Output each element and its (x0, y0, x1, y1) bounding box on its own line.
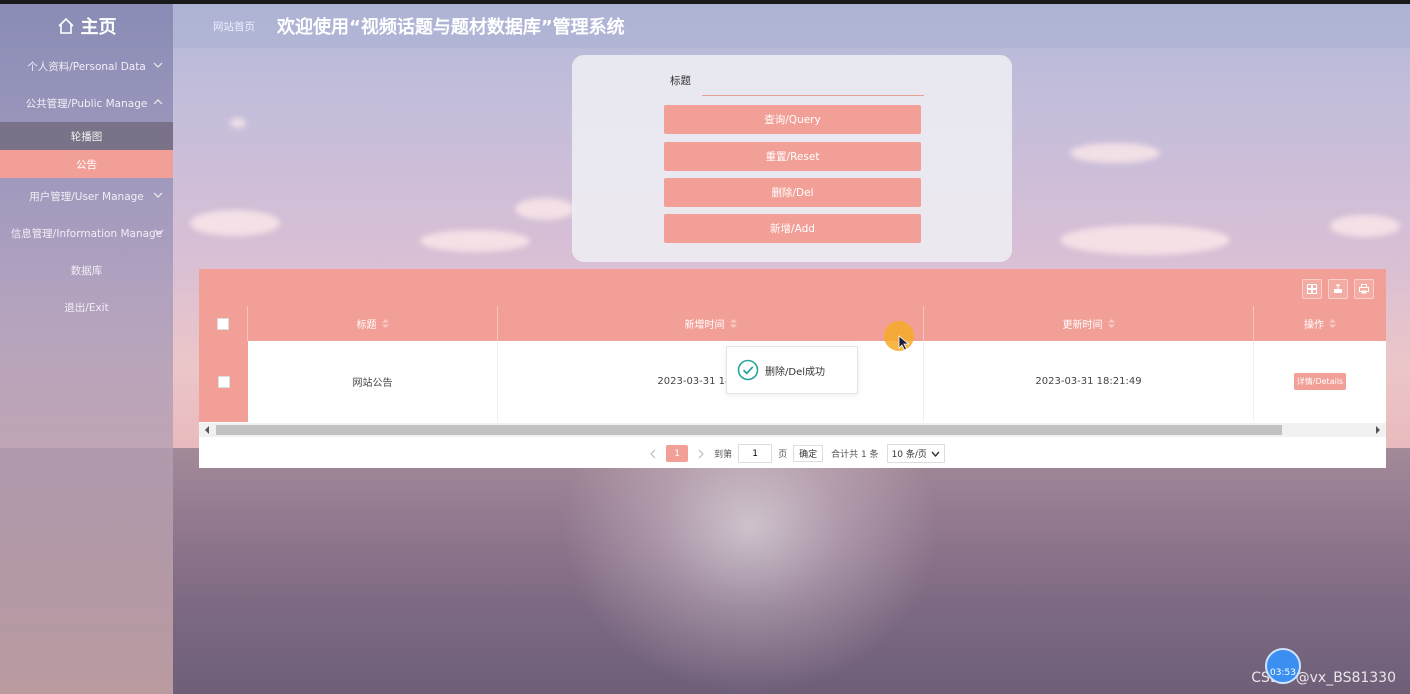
recording-timer: 03:53 (1265, 648, 1301, 684)
chevron-down-icon (153, 192, 163, 198)
sidebar-item-label: 退出/Exit (64, 302, 109, 314)
goto-label: 到第 (714, 450, 733, 460)
cloud (230, 118, 246, 128)
column-header-updated[interactable]: 更新时间 (924, 306, 1254, 341)
row-select-cell (199, 341, 248, 422)
cloud (1070, 143, 1160, 163)
total-count: 合计共 1 条 (831, 450, 879, 460)
scroll-right-icon[interactable] (1374, 426, 1382, 434)
chevron-right-icon (698, 449, 704, 458)
goto-confirm-button[interactable]: 确定 (793, 445, 824, 462)
prev-page-button[interactable] (646, 447, 660, 461)
public-manage-submenu: 轮播图 公告 (0, 122, 173, 178)
sidebar-item-exit[interactable]: 退出/Exit (0, 289, 173, 326)
sidebar-subitem-announcement[interactable]: 公告 (0, 150, 173, 178)
sidebar-item-label: 个人资料/Personal Data (27, 61, 146, 73)
chevron-down-icon (154, 229, 164, 235)
sidebar-item-label: 公共管理/Public Manage (25, 98, 148, 110)
column-header-actions[interactable]: 操作 (1254, 306, 1386, 341)
pagination: 1 到第 页 确定 合计共 1 条 10 条/页 (199, 439, 1386, 468)
sidebar-item-personal-data[interactable]: 个人资料/Personal Data (0, 48, 173, 85)
page-unit-label: 页 (778, 450, 788, 460)
query-button[interactable]: 查询/Query (664, 105, 921, 134)
page-number-current[interactable]: 1 (666, 445, 689, 462)
print-button[interactable] (1354, 279, 1374, 299)
top-header: 网站首页 欢迎使用“视频话题与题材数据库”管理系统 (173, 4, 1410, 48)
cloud (190, 210, 280, 236)
delete-button[interactable]: 删除/Del (664, 178, 921, 207)
sort-icon (1329, 319, 1336, 328)
reset-button[interactable]: 重置/Reset (664, 142, 921, 171)
cloud (1330, 215, 1400, 237)
home-icon (57, 17, 74, 34)
sidebar-subitem-carousel[interactable]: 轮播图 (0, 122, 173, 150)
column-header-created[interactable]: 新增时间 (498, 306, 924, 341)
column-header-title[interactable]: 标题 (248, 306, 498, 341)
column-header-label: 更新时间 (1062, 320, 1103, 331)
success-toast: 删除/Del成功 (726, 346, 858, 394)
sort-icon (729, 319, 737, 328)
select-all-checkbox[interactable] (217, 317, 229, 330)
sort-icon (381, 319, 389, 328)
add-button[interactable]: 新增/Add (664, 214, 921, 243)
row-checkbox[interactable] (217, 375, 230, 388)
details-button[interactable]: 详情/Details (1293, 373, 1347, 390)
toast-message: 删除/Del成功 (765, 366, 825, 378)
check-circle-icon (737, 359, 759, 381)
columns-toggle-button[interactable] (1302, 279, 1322, 299)
sidebar-item-label: 用户管理/User Manage (29, 191, 144, 203)
sidebar-item-label: 数据库 (70, 265, 103, 277)
sidebar-item-label: 信息管理/Information Manage (10, 228, 163, 240)
scrollbar-thumb[interactable] (216, 425, 1282, 435)
chevron-up-icon (153, 99, 163, 105)
home-label: 主页 (80, 17, 117, 38)
page-title: 欢迎使用“视频话题与题材数据库”管理系统 (277, 17, 625, 38)
sidebar-item-information-manage[interactable]: 信息管理/Information Manage (0, 215, 173, 252)
title-search-input[interactable] (702, 65, 924, 96)
select-all-cell (199, 306, 248, 341)
sun-glitter (560, 455, 940, 694)
cell-updated: 2023-03-31 18:21:49 (924, 341, 1254, 422)
sidebar: 主页 个人资料/Personal Data 公共管理/Public Manage… (0, 4, 173, 694)
chevron-down-icon (931, 451, 940, 457)
export-icon (1334, 284, 1342, 293)
horizontal-scrollbar[interactable] (199, 423, 1386, 437)
sort-icon (1107, 319, 1115, 328)
chevron-left-icon (650, 449, 656, 458)
sidebar-home[interactable]: 主页 (0, 4, 173, 48)
chevron-down-icon (153, 62, 163, 68)
sidebar-item-database[interactable]: 数据库 (0, 252, 173, 289)
search-panel: 标题 查询/Query 重置/Reset 删除/Del 新增/Add (572, 55, 1012, 262)
goto-page-input[interactable] (738, 444, 773, 463)
cell-actions: 详情/Details (1254, 341, 1386, 422)
table-header: 标题 新增时间 更新时间 操作 (199, 306, 1386, 341)
next-page-button[interactable] (694, 447, 708, 461)
breadcrumb-home[interactable]: 网站首页 (213, 19, 255, 34)
cell-created: 2023-03-31 18:21:49 (498, 341, 924, 422)
column-header-label: 操作 (1304, 320, 1324, 331)
page-size-select[interactable]: 10 条/页 (886, 444, 945, 463)
title-field-label: 标题 (670, 75, 691, 87)
cloud (515, 198, 575, 220)
cloud (420, 230, 530, 252)
export-button[interactable] (1328, 279, 1348, 299)
cloud (1060, 225, 1230, 255)
scroll-left-icon[interactable] (203, 426, 211, 434)
grid-icon (1307, 284, 1317, 294)
cell-title: 网站公告 (248, 341, 498, 422)
sidebar-item-public-manage[interactable]: 公共管理/Public Manage (0, 85, 173, 122)
table-toolbar (199, 269, 1386, 306)
column-header-label: 标题 (356, 320, 377, 331)
sidebar-item-user-manage[interactable]: 用户管理/User Manage (0, 178, 173, 215)
column-header-label: 新增时间 (684, 320, 725, 331)
page-size-value: 10 条/页 (891, 450, 927, 460)
print-icon (1359, 284, 1369, 294)
mouse-cursor-icon (898, 335, 910, 351)
